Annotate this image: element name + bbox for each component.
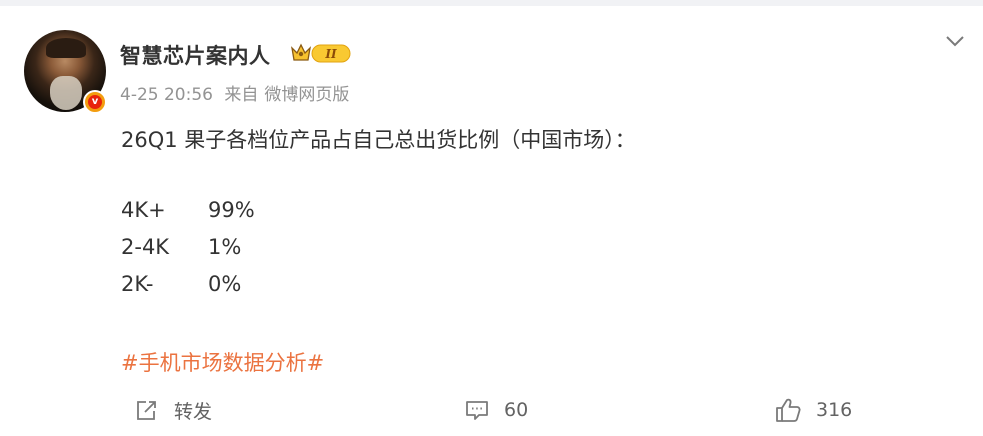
comment-button[interactable]: 60	[464, 396, 528, 424]
like-button[interactable]: 316	[774, 396, 852, 424]
post-meta: 4-25 20:56 来自 微博网页版	[120, 80, 355, 105]
row-label: 2-4K	[121, 235, 170, 259]
comment-icon	[466, 401, 488, 420]
row-value: 99%	[208, 198, 255, 222]
row-label: 2K-	[121, 272, 154, 296]
row-label: 4K+	[121, 198, 166, 222]
row-value: 0%	[208, 272, 242, 296]
data-row: 2K- 0%	[121, 272, 241, 296]
source-prefix: 来自	[224, 85, 259, 105]
comment-count: 60	[504, 399, 529, 421]
repost-button[interactable]: 转发	[134, 396, 212, 424]
hashtag-link[interactable]: #手机市场数据分析#	[121, 347, 324, 377]
repost-icon	[137, 401, 156, 420]
repost-label: 转发	[174, 400, 213, 423]
crown-badge-icon[interactable]: II	[290, 42, 352, 64]
username[interactable]: 智慧芯片案内人	[120, 40, 271, 70]
data-row: 2-4K 1%	[121, 235, 241, 259]
data-row: 4K+ 99%	[121, 198, 255, 222]
avatar-hair	[46, 38, 86, 58]
thumbs-up-icon	[776, 398, 801, 422]
top-divider	[0, 0, 983, 6]
post-headline: 26Q1 果子各档位产品占自己总出货比例（中国市场）：	[121, 128, 636, 152]
timestamp[interactable]: 4-25 20:56	[120, 85, 213, 105]
verified-icon: v	[83, 90, 107, 114]
row-value: 1%	[208, 235, 242, 259]
avatar-beard	[50, 76, 82, 110]
source: 微博网页版	[264, 85, 350, 105]
member-badge-text: II	[324, 47, 337, 61]
verified-v-glyph: v	[88, 95, 102, 109]
chevron-down-icon[interactable]	[944, 32, 966, 50]
like-count: 316	[816, 399, 853, 421]
